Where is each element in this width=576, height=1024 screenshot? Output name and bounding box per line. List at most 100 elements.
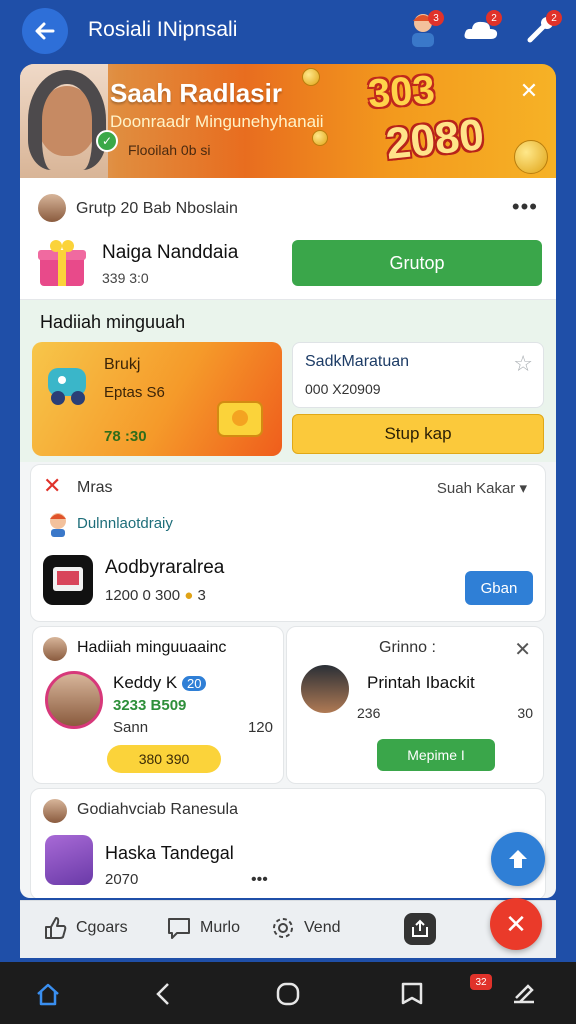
coin-icon: [302, 68, 320, 86]
back-button[interactable]: [22, 8, 68, 54]
chevron-left-icon: [156, 983, 169, 1005]
square-icon: [276, 982, 300, 1006]
trending-card: ✕ Mras Suah Kakar ▾ Dulnnlaotdraiy Aodby…: [30, 464, 546, 622]
message-button[interactable]: Mepime I: [377, 739, 495, 771]
arrow-left-icon: [35, 22, 55, 40]
close-icon[interactable]: ✕: [514, 637, 531, 662]
app-name: Aodbyraralrea: [105, 557, 225, 578]
comment-button[interactable]: Murlo: [166, 915, 240, 941]
treasure-box-icon: [217, 401, 263, 437]
more-options-button[interactable]: •••: [251, 871, 268, 889]
top-app-bar: Rosiali INipnsali 3 2 2: [0, 0, 576, 62]
hero-number-bottom: 2080: [383, 110, 487, 169]
bookmark-icon: [401, 982, 423, 1005]
user-count: 30: [517, 705, 533, 721]
home-button[interactable]: [32, 978, 64, 1010]
user-stats: 3233 B509: [113, 697, 187, 714]
reward-title: SadkMaratuan: [305, 353, 410, 370]
comment-icon: [168, 918, 190, 939]
group-header: Grutp 20 Bab Nboslain: [76, 200, 238, 217]
weekly-user-card[interactable]: Hadiiah minguuaainc Keddy K 20 3233 B509…: [32, 626, 284, 784]
star-icon[interactable]: ☆: [513, 351, 533, 377]
coin-icon: ●: [184, 587, 194, 604]
coin-icon: [312, 130, 328, 146]
comment-label: Murlo: [200, 919, 241, 936]
nav-badge: 32: [470, 974, 492, 990]
gear-icon: [273, 918, 293, 938]
hero-meta: Flooilah 0b si: [128, 142, 211, 158]
user-name-text: Keddy K: [113, 673, 178, 692]
avatar: [36, 192, 68, 224]
like-label: Cgoars: [76, 919, 128, 936]
item-meta: 2070: [105, 871, 139, 888]
close-icon: ✕: [519, 78, 539, 103]
messages-nav-button[interactable]: [396, 978, 428, 1010]
app-meta-suffix: 3: [197, 587, 206, 604]
group-name: Naiga Nanddaia: [102, 242, 239, 263]
prize-subtitle: Eptas S6: [104, 384, 165, 401]
recents-button[interactable]: [272, 978, 304, 1010]
prize-title: Brukj: [104, 356, 141, 373]
group-card: Grutp 20 Bab Nboslain ••• Naiga Nanddaia…: [20, 178, 556, 300]
user-avatar: [299, 663, 351, 715]
section-title: Hadiiah minguuah: [40, 312, 186, 332]
cloud-badge: 2: [486, 10, 502, 26]
app-icon[interactable]: [43, 555, 93, 605]
user-sub: Sann: [113, 719, 149, 736]
back-nav-button[interactable]: [148, 978, 180, 1010]
item-name: Haska Tandegal: [105, 843, 234, 863]
close-banner-button[interactable]: ✕: [516, 78, 542, 104]
cloud-button[interactable]: 2: [460, 8, 502, 50]
trending-header: Mras: [77, 479, 113, 496]
settings-button[interactable]: Vend: [270, 915, 340, 941]
coin-pill[interactable]: 380 390: [107, 745, 221, 773]
user-name: Printah Ibackit: [367, 673, 475, 692]
name-badge: 20: [182, 676, 207, 691]
upload-icon: [509, 850, 527, 868]
hero-subtitle: Doonraadr Mingunehyhanaii: [110, 112, 324, 131]
character-icon: [50, 513, 66, 537]
share-icon: [412, 919, 428, 937]
join-group-button[interactable]: Grutop: [292, 240, 542, 286]
like-button[interactable]: Cgoars: [42, 915, 128, 941]
tools-badge: 2: [546, 10, 562, 26]
sort-label: Suah Kakar: [436, 480, 516, 497]
settings-label: Vend: [304, 919, 341, 936]
share-button[interactable]: [404, 913, 436, 945]
close-fab-button[interactable]: ✕: [490, 898, 542, 950]
avatar: [41, 797, 69, 825]
prize-card[interactable]: Brukj Eptas S6 78 :30: [32, 342, 282, 456]
main-panel: Grutp 20 Bab Nboslain ••• Naiga Nanddaia…: [20, 178, 556, 898]
gift-box-icon: [38, 240, 86, 286]
app-title: Rosiali INipnsali: [88, 18, 238, 41]
app-icon: [45, 835, 93, 885]
open-app-button[interactable]: Gban: [465, 571, 533, 605]
system-navigation-bar: [0, 962, 576, 1024]
group-meta: 339 3:0: [102, 270, 149, 286]
profile-hijab: [28, 70, 106, 170]
user-name: Keddy K 20: [113, 673, 207, 693]
tv-icon: [53, 567, 83, 591]
close-icon: ✕: [505, 908, 527, 939]
close-x-icon[interactable]: ✕: [43, 473, 61, 499]
app-meta-values: 1200 0 300: [105, 587, 181, 604]
profile-photo: [20, 64, 108, 180]
reward-info-card[interactable]: SadkMaratuan 000 X20909 ☆: [292, 342, 544, 408]
group-suggestion-card[interactable]: Grinno : ✕ Printah Ibackit 236 30 Mepime…: [286, 626, 544, 784]
sort-dropdown[interactable]: Suah Kakar ▾: [437, 479, 527, 497]
claim-button[interactable]: Stup kap: [292, 414, 544, 454]
scroll-up-button[interactable]: [491, 832, 545, 886]
hero-banner[interactable]: ✓ Saah Radlasir Doonraadr Mingunehyhanai…: [20, 64, 556, 180]
weekly-prize-section: Hadiiah minguuah Brukj Eptas S6 78 :30 S…: [20, 300, 556, 462]
home-icon: [37, 983, 59, 1006]
profile-nav-button[interactable]: [508, 978, 540, 1010]
app-meta: 1200 0 300 ● 3: [105, 587, 206, 604]
tools-button[interactable]: 2: [520, 8, 562, 50]
notification-badge: 3: [428, 10, 444, 26]
action-bar: Cgoars Murlo Vend: [20, 900, 556, 958]
prize-footer: 78 :30: [104, 428, 147, 445]
character-notification-button[interactable]: 3: [402, 8, 444, 50]
more-options-button[interactable]: •••: [512, 194, 538, 220]
chevron-down-icon: ▾: [519, 480, 527, 497]
list-item-card[interactable]: Godiahvciab Ranesula Haska Tandegal 2070…: [30, 788, 546, 898]
